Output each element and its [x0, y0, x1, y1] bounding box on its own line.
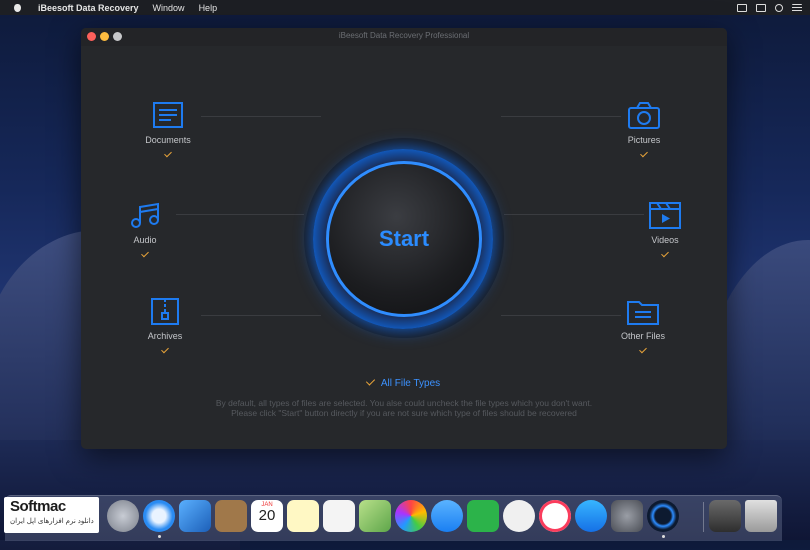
downloads-stack-icon[interactable] — [709, 500, 741, 532]
connector-line — [201, 315, 321, 316]
dock-separator — [703, 502, 704, 532]
menu-help[interactable]: Help — [199, 3, 218, 13]
mail-icon[interactable] — [179, 500, 211, 532]
safari-icon[interactable] — [143, 500, 175, 532]
ibeesoft-dock-icon[interactable] — [647, 500, 679, 532]
camera-icon — [627, 101, 661, 131]
document-icon — [151, 101, 185, 131]
category-other-files[interactable]: Other Files — [603, 297, 683, 354]
category-label: Pictures — [627, 135, 661, 145]
hint-text-line-1: By default, all types of files are selec… — [215, 398, 593, 408]
all-file-types-option[interactable]: All File Types — [81, 376, 727, 389]
category-audio[interactable]: Audio — [105, 201, 185, 258]
app-store-icon[interactable] — [575, 500, 607, 532]
notification-center-icon[interactable] — [792, 3, 802, 12]
hint-text-line-2: Please click "Start" button directly if … — [231, 408, 577, 418]
menu-app-name[interactable]: iBeesoft Data Recovery — [38, 3, 139, 13]
launchpad-icon[interactable] — [107, 500, 139, 532]
category-videos[interactable]: Videos — [625, 201, 705, 258]
category-label: Documents — [145, 135, 191, 145]
main-content: Documents Audio Archives Pictures Videos… — [81, 28, 727, 449]
menu-window[interactable]: Window — [153, 3, 185, 13]
all-file-types-label: All File Types — [380, 378, 441, 389]
all-file-types-checkbox[interactable] — [365, 376, 375, 386]
menu-bar: iBeesoft Data Recovery Window Help — [0, 0, 810, 15]
running-indicator — [158, 535, 161, 538]
contacts-icon[interactable] — [215, 500, 247, 532]
audio-checkbox[interactable] — [141, 249, 149, 258]
trash-icon[interactable] — [745, 500, 777, 532]
category-label: Archives — [147, 331, 183, 341]
connector-line — [501, 116, 621, 117]
category-label: Audio — [133, 235, 157, 245]
airplay-icon[interactable] — [737, 3, 747, 12]
music-note-icon — [128, 201, 162, 231]
watermark-logo: Softmac دانلود نرم افزارهای اپل ایران — [4, 497, 99, 533]
news-icon[interactable] — [503, 500, 535, 532]
start-button[interactable]: Start — [326, 161, 482, 317]
watermark-brand: Softmac — [10, 498, 66, 515]
connector-line — [201, 116, 321, 117]
watermark-subtitle: دانلود نرم افزارهای اپل ایران — [10, 518, 94, 525]
notes-icon[interactable] — [287, 500, 319, 532]
pictures-checkbox[interactable] — [640, 149, 648, 158]
maps-icon[interactable] — [359, 500, 391, 532]
apple-menu-icon[interactable] — [10, 0, 24, 15]
folder-icon — [626, 297, 660, 327]
category-pictures[interactable]: Pictures — [604, 101, 684, 158]
messages-icon[interactable] — [431, 500, 463, 532]
connector-line — [176, 214, 304, 215]
documents-checkbox[interactable] — [164, 149, 172, 158]
video-clapper-icon — [648, 201, 682, 231]
archive-zip-icon — [148, 297, 182, 327]
reminders-icon[interactable] — [323, 500, 355, 532]
dock: JAN 20 — [5, 495, 782, 541]
connector-line — [504, 214, 644, 215]
archives-checkbox[interactable] — [161, 345, 169, 354]
app-window: iBeesoft Data Recovery Professional Docu… — [81, 28, 727, 449]
music-icon[interactable] — [539, 500, 571, 532]
facetime-icon[interactable] — [467, 500, 499, 532]
running-indicator — [662, 535, 665, 538]
category-label: Videos — [651, 235, 679, 245]
calendar-icon[interactable]: JAN 20 — [251, 500, 283, 532]
display-icon[interactable] — [756, 3, 766, 12]
category-archives[interactable]: Archives — [125, 297, 205, 354]
calendar-day: 20 — [258, 507, 276, 524]
videos-checkbox[interactable] — [661, 249, 669, 258]
system-preferences-icon[interactable] — [611, 500, 643, 532]
spotlight-search-icon[interactable] — [775, 3, 783, 12]
category-documents[interactable]: Documents — [128, 101, 208, 158]
photos-icon[interactable] — [395, 500, 427, 532]
other-files-checkbox[interactable] — [639, 345, 647, 354]
category-label: Other Files — [620, 331, 665, 341]
